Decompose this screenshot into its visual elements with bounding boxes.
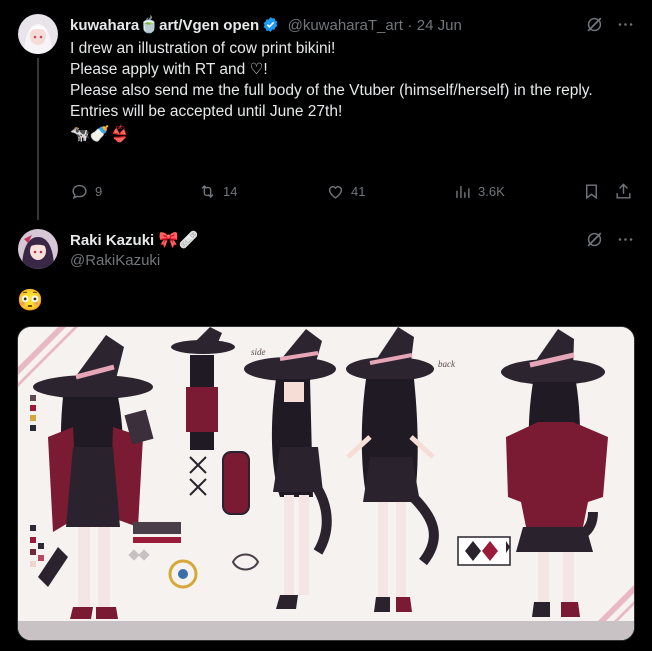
repost-count: 14 bbox=[223, 184, 238, 199]
separator-dot: · bbox=[407, 17, 413, 34]
reply-icon bbox=[72, 184, 87, 200]
reply-count: 9 bbox=[95, 184, 103, 199]
ribbon-bandage-emoji: 🎀🩹 bbox=[158, 232, 199, 249]
tweet1-display-name[interactable]: kuwahara bbox=[70, 17, 139, 34]
views-icon bbox=[456, 185, 470, 198]
tweet1-line: Entries will be accepted until June 27th… bbox=[70, 103, 343, 120]
tweet1-text: I drew an illustration of cow print biki… bbox=[70, 38, 630, 145]
bowl-emoji: 🍵 bbox=[139, 17, 160, 34]
repost-icon bbox=[201, 184, 214, 199]
reply-button[interactable]: 9 bbox=[70, 182, 102, 201]
verified-badge-icon bbox=[262, 16, 279, 33]
tweet1-line: Please also send me the full body of the… bbox=[70, 82, 593, 99]
tweet1-emoji-line: 🐄🍼👙 bbox=[70, 126, 130, 143]
tweet2-display-name[interactable]: Raki Kazuki bbox=[70, 232, 154, 249]
character-sheet-illustration: side back bbox=[18, 327, 634, 640]
like-count: 41 bbox=[351, 184, 366, 199]
more-icon[interactable] bbox=[616, 230, 635, 254]
grok-icon[interactable] bbox=[585, 230, 604, 254]
like-button[interactable]: 41 bbox=[326, 182, 365, 201]
tweet2-text: 😳 bbox=[17, 289, 44, 312]
bookmark-icon[interactable] bbox=[582, 182, 601, 206]
tweet1-display-name-rest[interactable]: art/Vgen open bbox=[159, 17, 259, 34]
views-button[interactable]: 3.6K bbox=[453, 182, 505, 201]
back-label: back bbox=[438, 359, 456, 369]
tweet1-line: I drew an illustration of cow print biki… bbox=[70, 40, 336, 57]
repost-button[interactable]: 14 bbox=[198, 182, 237, 201]
grok-icon[interactable] bbox=[585, 15, 604, 39]
more-icon[interactable] bbox=[616, 15, 635, 39]
share-icon[interactable] bbox=[614, 182, 633, 206]
avatar-kuwahara[interactable] bbox=[18, 14, 58, 54]
tweet1-handle[interactable]: @kuwaharaT_art bbox=[288, 17, 403, 34]
tweet1-header: kuwahara🍵art/Vgen open @kuwaharaT_art · … bbox=[70, 15, 462, 35]
tweet2-media-image[interactable]: side back bbox=[17, 326, 635, 641]
heart-icon bbox=[328, 186, 343, 199]
tweet2-header: Raki Kazuki 🎀🩹 bbox=[70, 230, 199, 250]
tweet1-date[interactable]: 24 Jun bbox=[417, 17, 462, 34]
side-label: side bbox=[251, 347, 266, 357]
views-count: 3.6K bbox=[478, 184, 505, 199]
avatar-raki[interactable] bbox=[18, 229, 58, 269]
thread-connector-line bbox=[37, 58, 39, 220]
tweet2-handle[interactable]: @RakiKazuki bbox=[70, 252, 160, 269]
tweet1-line: Please apply with RT and ♡! bbox=[70, 61, 268, 78]
